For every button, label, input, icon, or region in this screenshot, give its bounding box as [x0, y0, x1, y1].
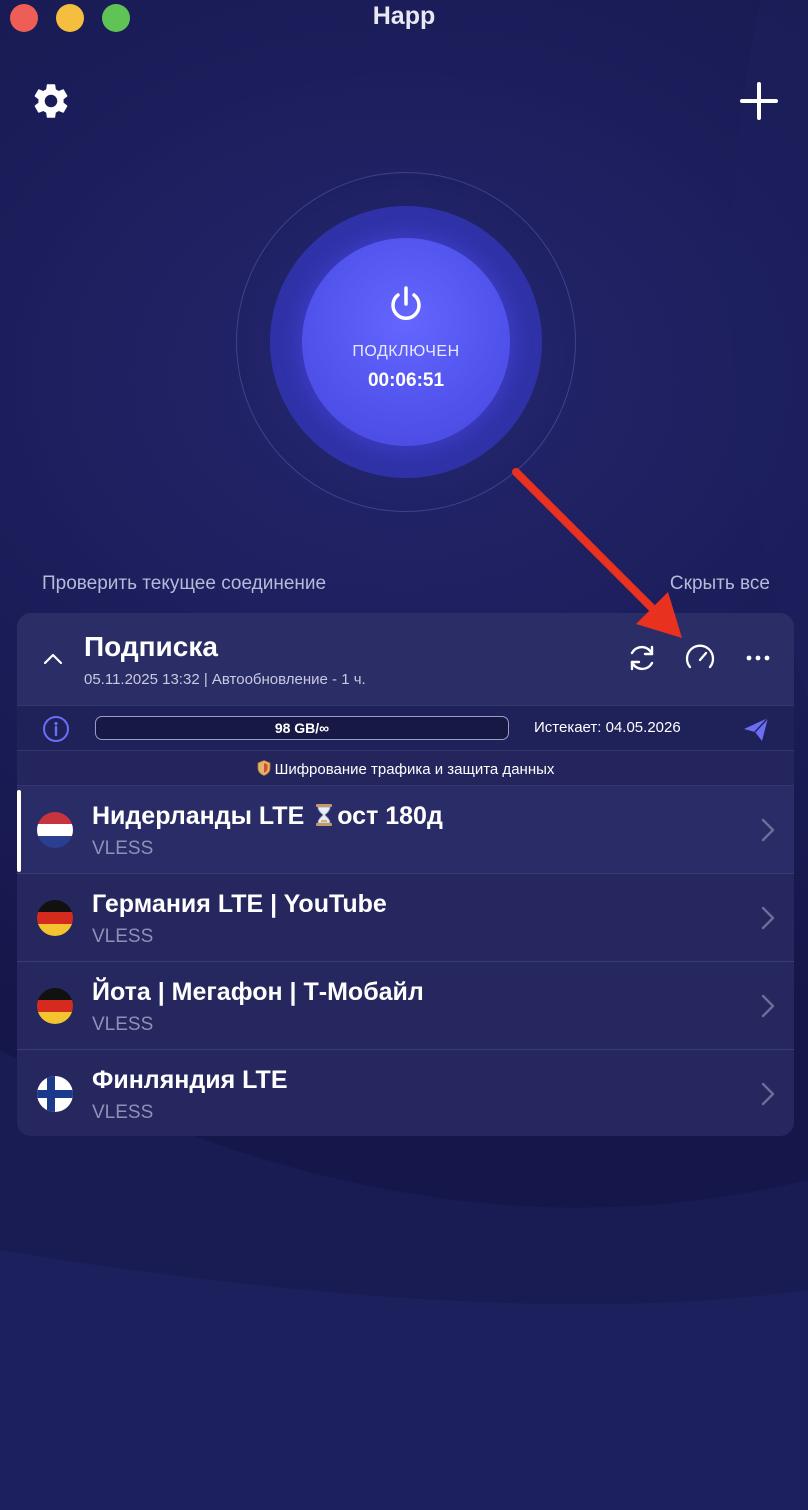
server-protocol: VLESS [92, 1014, 154, 1035]
subscription-header[interactable]: Подписка 05.11.2025 13:32 | Автообновлен… [17, 613, 794, 705]
subscription-title: Подписка [84, 631, 218, 662]
info-icon[interactable] [41, 714, 71, 744]
chevron-right-icon[interactable] [759, 816, 777, 844]
server-name: Нидерланды LTE ост 180д [92, 802, 443, 830]
connection-timer: 00:06:51 [367, 370, 445, 391]
shield-icon [257, 760, 270, 776]
flag-de-icon [37, 900, 73, 936]
server-name: Йота | Мегафон | Т-Мобайл [92, 978, 424, 1006]
connection-status: ПОДКЛЮЧЕН [352, 343, 460, 360]
subscription-card: Подписка 05.11.2025 13:32 | Автообновлен… [17, 613, 794, 1136]
more-dots-icon[interactable] [741, 641, 775, 675]
subscription-info-row: 98 GB/∞ Истекает: 04.05.2026 [17, 705, 794, 751]
title-bar: Happ [0, 0, 808, 36]
encryption-banner-text: Шифрование трафика и защита данных [274, 761, 555, 778]
send-icon[interactable] [741, 714, 771, 744]
check-connection-link[interactable]: Проверить текущее соединение [42, 573, 326, 595]
server-item-germany-youtube[interactable]: Германия LTE | YouTube VLESS [17, 874, 794, 962]
flag-fi-icon [37, 1076, 73, 1112]
server-name: Финляндия LTE [92, 1066, 288, 1094]
server-protocol: VLESS [92, 1102, 154, 1123]
chevron-right-icon[interactable] [759, 904, 777, 932]
chevron-right-icon[interactable] [759, 1080, 777, 1108]
plus-icon[interactable] [738, 80, 780, 122]
traffic-quota-text: 98 GB/∞ [274, 720, 330, 736]
server-protocol: VLESS [92, 926, 154, 947]
server-item-netherlands[interactable]: Нидерланды LTE ост 180д VLESS [17, 786, 794, 874]
flag-de-icon [37, 988, 73, 1024]
server-item-finland[interactable]: Финляндия LTE VLESS [17, 1050, 794, 1136]
server-item-yota-megafon[interactable]: Йота | Мегафон | Т-Мобайл VLESS [17, 962, 794, 1050]
expiry-date: Истекает: 04.05.2026 [534, 719, 681, 736]
refresh-icon[interactable] [625, 641, 659, 675]
traffic-quota-bar: 98 GB/∞ [95, 716, 509, 740]
chevron-up-icon[interactable] [41, 647, 65, 671]
hourglass-icon [316, 804, 333, 826]
window-title: Happ [372, 2, 436, 30]
speedometer-icon[interactable] [683, 641, 717, 675]
power-icon [391, 286, 421, 320]
hide-all-link[interactable]: Скрыть все [670, 573, 770, 595]
flag-nl-icon [37, 812, 73, 848]
server-name: Германия LTE | YouTube [92, 890, 387, 918]
subscription-meta: 05.11.2025 13:32 | Автообновление - 1 ч. [84, 671, 366, 688]
chevron-right-icon[interactable] [759, 992, 777, 1020]
server-protocol: VLESS [92, 838, 154, 859]
connect-toggle-button[interactable] [302, 238, 510, 446]
gear-icon[interactable] [30, 80, 72, 122]
encryption-banner: Шифрование трафика и защита данных [17, 751, 794, 786]
